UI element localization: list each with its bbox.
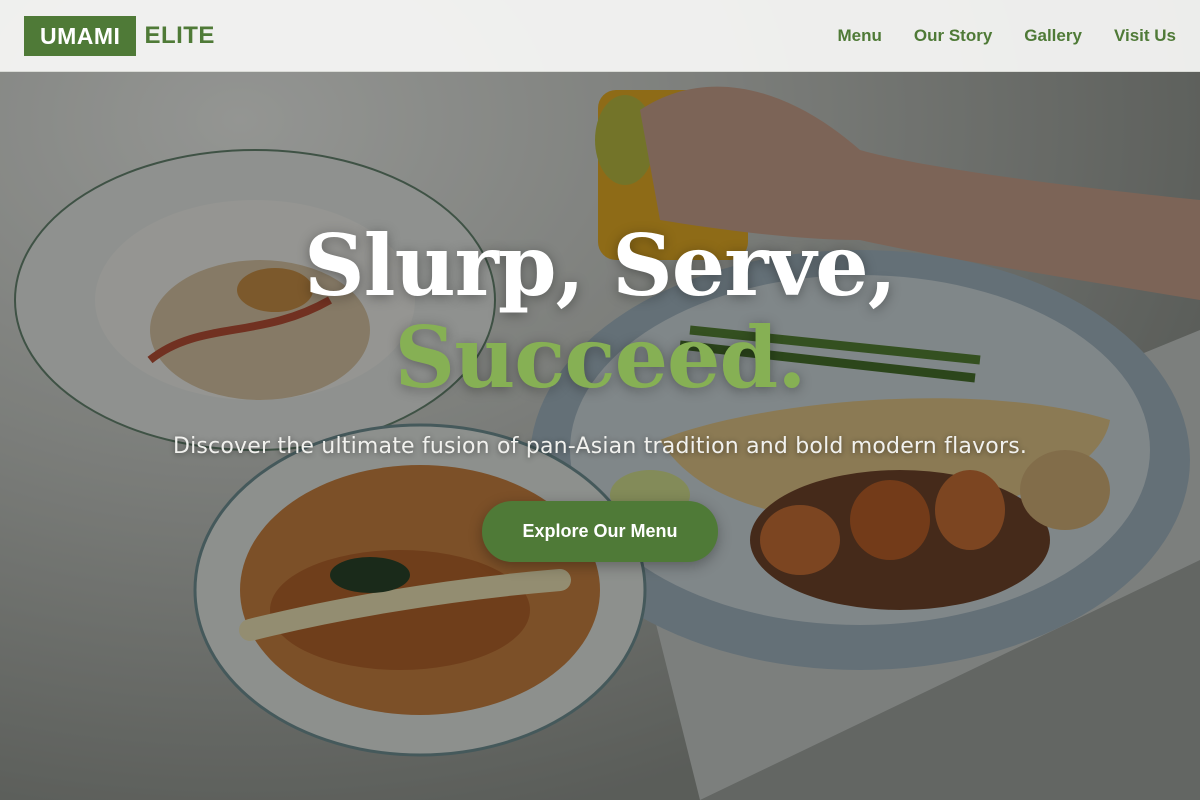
- brand-logo-box: UMAMI: [24, 15, 137, 56]
- hero-headline-line2: Succeed.: [394, 308, 807, 407]
- hero-headline-line1: Slurp, Serve,: [304, 216, 897, 315]
- hero-subtitle: Discover the ultimate fusion of pan-Asia…: [172, 434, 1028, 459]
- explore-menu-button[interactable]: Explore Our Menu: [482, 501, 718, 562]
- hero-headline: Slurp, Serve, Succeed.: [0, 220, 1200, 404]
- nav-link-our-story[interactable]: Our Story: [914, 26, 992, 46]
- nav-link-visit-us[interactable]: Visit Us: [1114, 26, 1176, 46]
- nav-link-menu[interactable]: Menu: [837, 26, 881, 46]
- hero-section: Slurp, Serve, Succeed. Discover the ulti…: [0, 220, 1200, 562]
- nav-link-gallery[interactable]: Gallery: [1024, 26, 1082, 46]
- brand-logo-link[interactable]: UMAMI ELITE: [24, 15, 215, 56]
- brand-logo-text: ELITE: [144, 21, 215, 49]
- main-nav: Menu Our Story Gallery Visit Us: [837, 26, 1176, 46]
- site-header: UMAMI ELITE Menu Our Story Gallery Visit…: [0, 0, 1200, 72]
